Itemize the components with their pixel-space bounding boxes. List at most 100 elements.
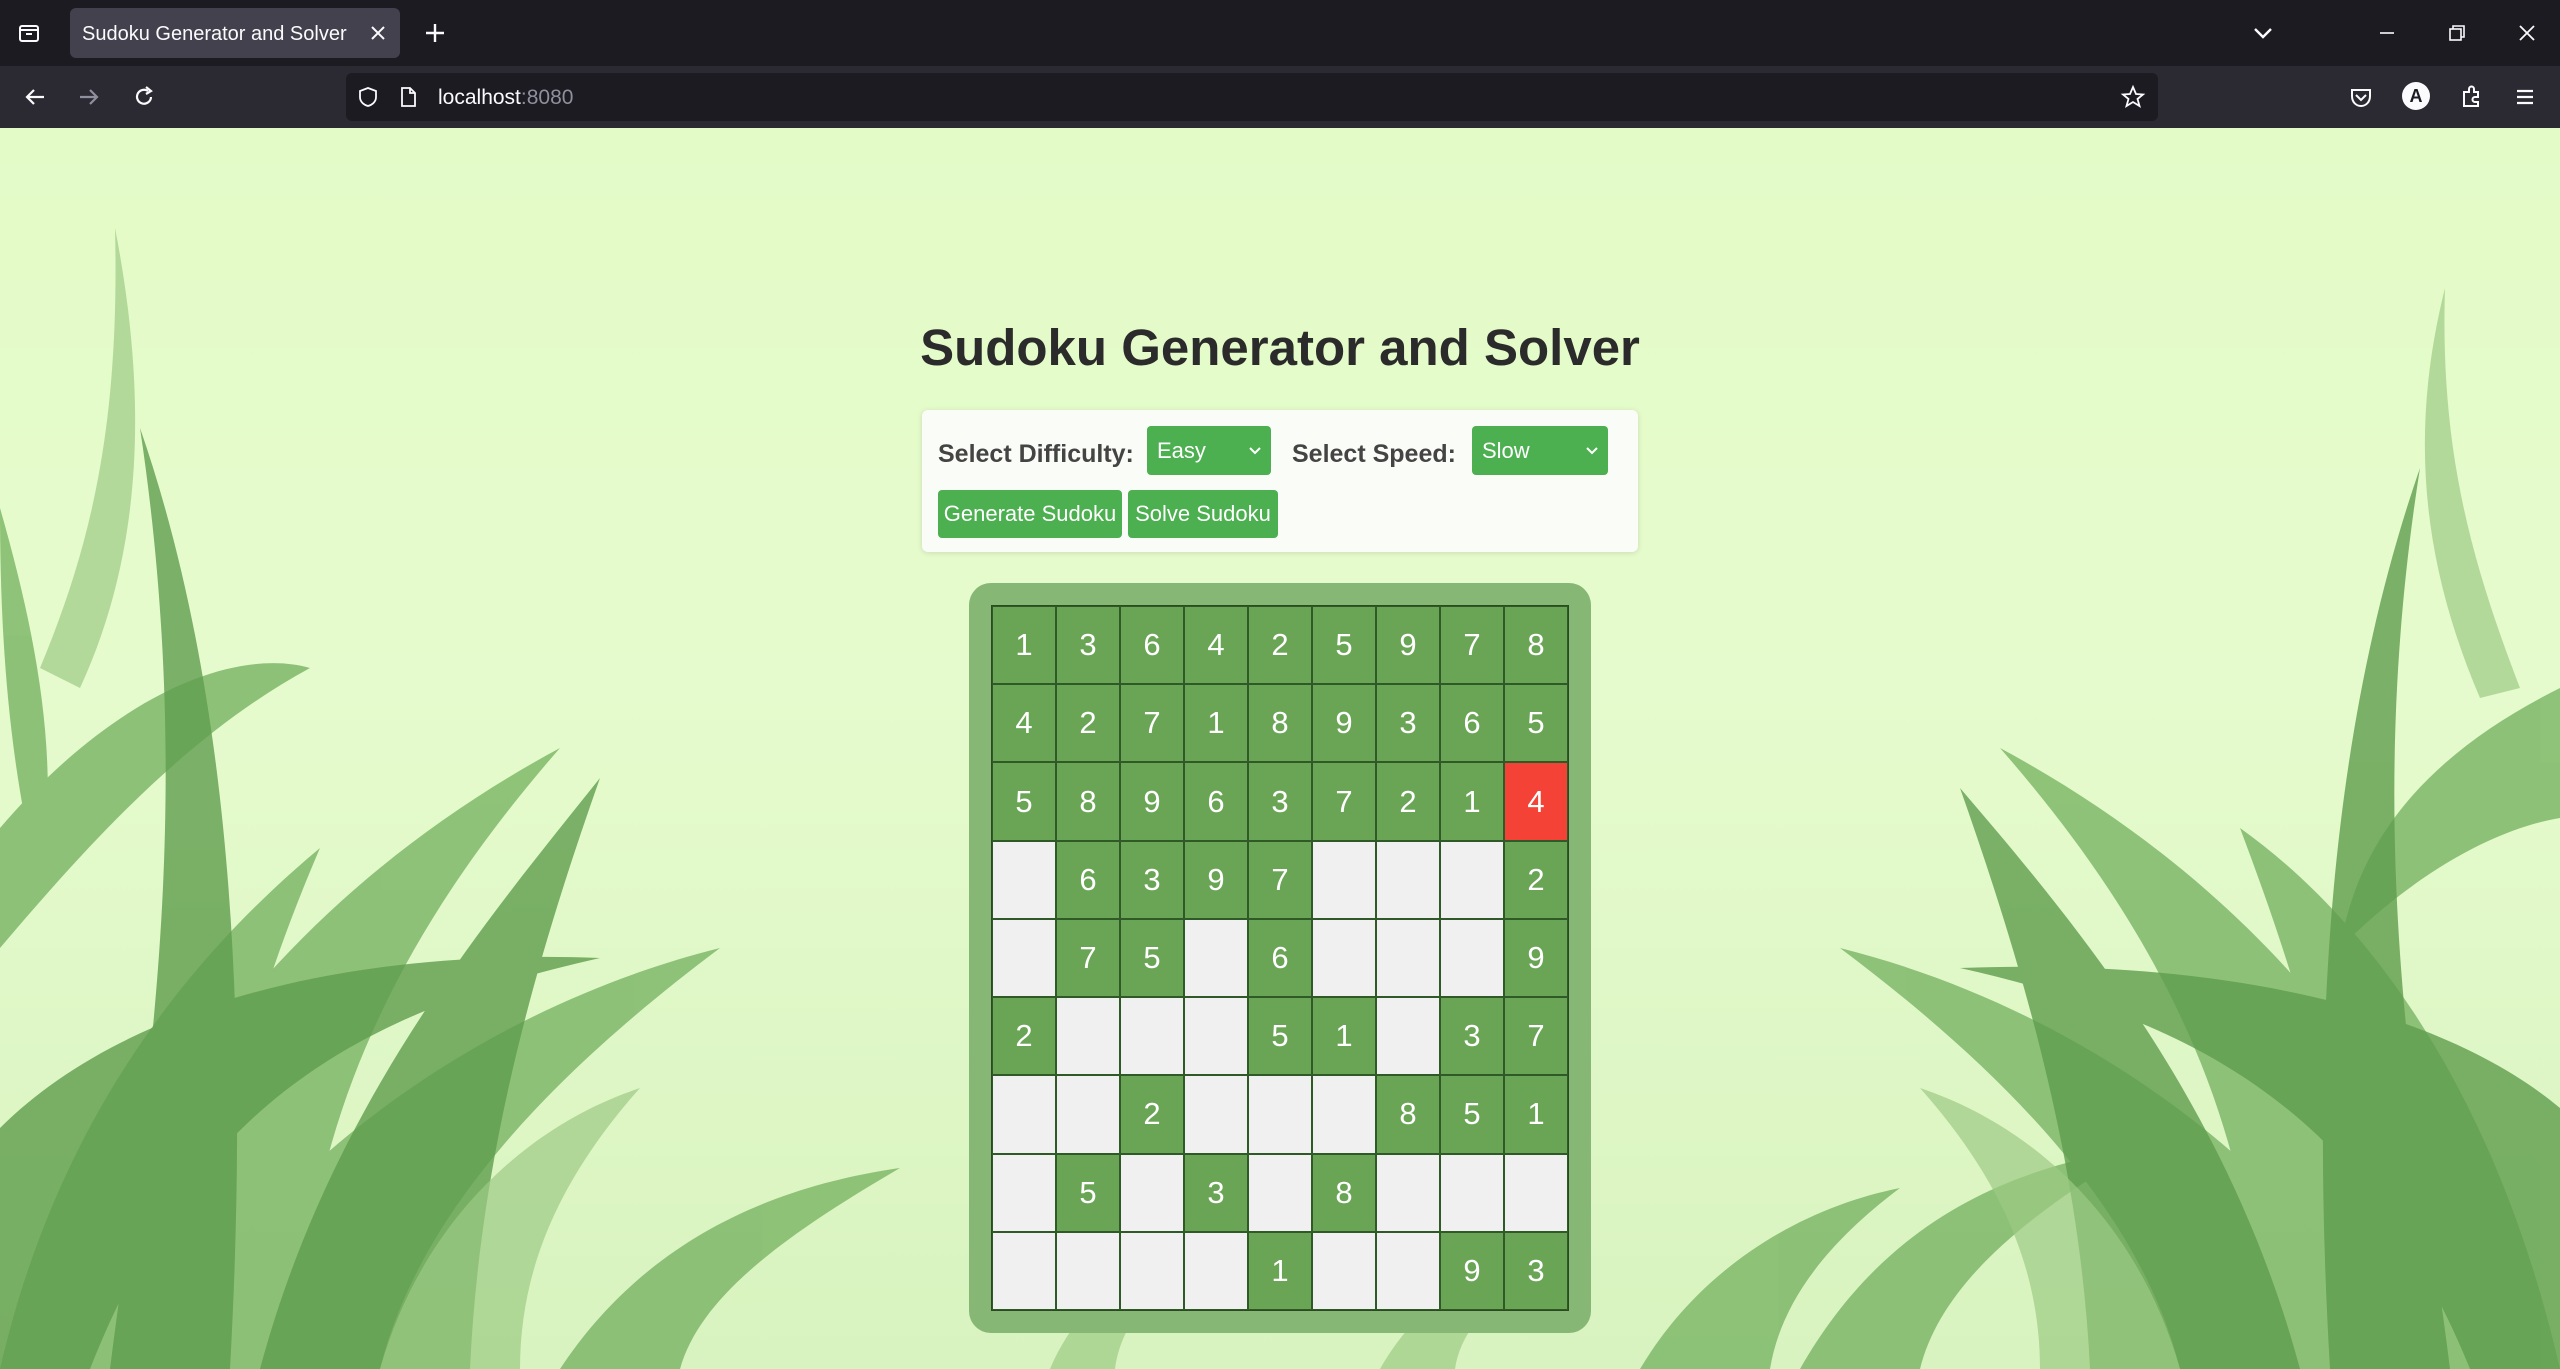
sudoku-cell[interactable]: 2 (992, 997, 1056, 1076)
sudoku-cell[interactable] (1376, 840, 1440, 919)
sudoku-cell[interactable]: 3 (1504, 1231, 1568, 1310)
forward-icon[interactable] (74, 82, 104, 112)
sudoku-cell[interactable]: 2 (1120, 1075, 1184, 1154)
sudoku-cell[interactable]: 3 (1056, 606, 1120, 685)
new-tab-icon[interactable] (420, 18, 450, 48)
sudoku-cell[interactable] (1056, 1075, 1120, 1154)
sudoku-cell[interactable]: 8 (1376, 1075, 1440, 1154)
bookmark-star-icon[interactable] (2120, 84, 2146, 110)
sudoku-cell[interactable]: 5 (1056, 1153, 1120, 1232)
active-tab[interactable]: Sudoku Generator and Solver (70, 8, 400, 58)
sudoku-cell[interactable]: 4 (992, 684, 1056, 763)
sudoku-cell[interactable] (1440, 840, 1504, 919)
sudoku-cell[interactable]: 8 (1056, 762, 1120, 841)
sudoku-cell[interactable]: 7 (1440, 606, 1504, 685)
sudoku-cell[interactable]: 9 (1120, 762, 1184, 841)
list-all-tabs-icon[interactable] (2248, 18, 2278, 48)
close-window-icon[interactable] (2512, 18, 2542, 48)
sudoku-cell[interactable] (992, 1153, 1056, 1232)
sudoku-cell[interactable] (992, 840, 1056, 919)
sudoku-cell[interactable] (1440, 1153, 1504, 1232)
sudoku-cell[interactable]: 8 (1504, 606, 1568, 685)
sudoku-cell[interactable]: 5 (1440, 1075, 1504, 1154)
sudoku-cell[interactable] (1056, 1231, 1120, 1310)
sudoku-cell[interactable] (1312, 1231, 1376, 1310)
sudoku-cell[interactable] (992, 918, 1056, 998)
sudoku-cell[interactable]: 7 (1120, 684, 1184, 763)
sudoku-cell[interactable]: 4 (1184, 606, 1248, 685)
sudoku-cell[interactable] (1312, 840, 1376, 919)
difficulty-select[interactable]: Easy (1147, 426, 1271, 475)
sudoku-cell[interactable] (1120, 997, 1184, 1076)
sudoku-cell[interactable]: 7 (1312, 762, 1376, 841)
sudoku-cell[interactable] (1184, 1231, 1248, 1310)
sudoku-cell[interactable]: 8 (1312, 1153, 1376, 1232)
sudoku-cell[interactable]: 5 (1312, 606, 1376, 685)
sudoku-cell[interactable]: 1 (1440, 762, 1504, 841)
sudoku-cell[interactable] (1120, 1231, 1184, 1310)
generate-sudoku-button[interactable]: Generate Sudoku (938, 490, 1122, 538)
sudoku-cell[interactable]: 2 (1504, 840, 1568, 919)
sudoku-cell[interactable]: 6 (1056, 840, 1120, 919)
extensions-icon[interactable] (2456, 82, 2486, 112)
sudoku-cell[interactable]: 6 (1120, 606, 1184, 685)
sudoku-cell[interactable] (992, 1231, 1056, 1310)
sudoku-cell[interactable] (1312, 918, 1376, 998)
tab-list-icon[interactable] (14, 18, 44, 48)
sudoku-cell[interactable]: 7 (1056, 918, 1120, 998)
restore-icon[interactable] (2442, 18, 2472, 48)
sudoku-cell[interactable] (1376, 918, 1440, 998)
speed-select[interactable]: Slow (1472, 426, 1608, 475)
sudoku-cell[interactable]: 1 (992, 606, 1056, 685)
sudoku-cell[interactable] (1376, 1153, 1440, 1232)
sudoku-cell[interactable]: 5 (1248, 997, 1312, 1076)
sudoku-cell[interactable]: 3 (1248, 762, 1312, 841)
sudoku-cell[interactable]: 8 (1248, 684, 1312, 763)
sudoku-cell[interactable] (1440, 918, 1504, 998)
url-bar[interactable]: localhost:8080 (346, 73, 2158, 121)
reload-icon[interactable] (129, 82, 159, 112)
sudoku-cell[interactable]: 9 (1312, 684, 1376, 763)
sudoku-cell[interactable]: 4 (1504, 762, 1568, 841)
sudoku-cell[interactable] (1184, 1075, 1248, 1154)
sudoku-cell[interactable]: 3 (1120, 840, 1184, 919)
sudoku-cell[interactable] (1120, 1153, 1184, 1232)
sudoku-cell[interactable] (1184, 918, 1248, 998)
sudoku-cell[interactable]: 9 (1440, 1231, 1504, 1310)
sudoku-cell[interactable]: 9 (1184, 840, 1248, 919)
solve-sudoku-button[interactable]: Solve Sudoku (1128, 490, 1278, 538)
sudoku-cell[interactable] (1248, 1153, 1312, 1232)
sudoku-cell[interactable]: 1 (1504, 1075, 1568, 1154)
shield-icon[interactable] (356, 85, 380, 109)
sudoku-cell[interactable]: 3 (1440, 997, 1504, 1076)
back-icon[interactable] (20, 82, 50, 112)
close-tab-icon[interactable] (368, 23, 388, 43)
sudoku-cell[interactable] (1312, 1075, 1376, 1154)
sudoku-cell[interactable]: 1 (1184, 684, 1248, 763)
pocket-icon[interactable] (2346, 82, 2376, 112)
sudoku-cell[interactable]: 6 (1440, 684, 1504, 763)
account-avatar[interactable]: A (2402, 82, 2430, 110)
sudoku-cell[interactable]: 6 (1184, 762, 1248, 841)
sudoku-cell[interactable] (1248, 1075, 1312, 1154)
sudoku-cell[interactable] (1056, 997, 1120, 1076)
sudoku-cell[interactable]: 5 (992, 762, 1056, 841)
sudoku-cell[interactable]: 3 (1184, 1153, 1248, 1232)
sudoku-cell[interactable] (1184, 997, 1248, 1076)
sudoku-cell[interactable]: 5 (1120, 918, 1184, 998)
sudoku-cell[interactable] (1376, 997, 1440, 1076)
sudoku-cell[interactable] (992, 1075, 1056, 1154)
minimize-icon[interactable] (2372, 18, 2402, 48)
sudoku-cell[interactable]: 9 (1376, 606, 1440, 685)
sudoku-cell[interactable]: 3 (1376, 684, 1440, 763)
sudoku-cell[interactable]: 2 (1056, 684, 1120, 763)
sudoku-cell[interactable]: 6 (1248, 918, 1312, 998)
sudoku-cell[interactable]: 2 (1248, 606, 1312, 685)
sudoku-cell[interactable]: 1 (1312, 997, 1376, 1076)
sudoku-cell[interactable] (1504, 1153, 1568, 1232)
sudoku-cell[interactable]: 9 (1504, 918, 1568, 998)
menu-icon[interactable] (2510, 82, 2540, 112)
sudoku-cell[interactable]: 7 (1504, 997, 1568, 1076)
sudoku-cell[interactable]: 5 (1504, 684, 1568, 763)
page-icon[interactable] (396, 85, 420, 109)
